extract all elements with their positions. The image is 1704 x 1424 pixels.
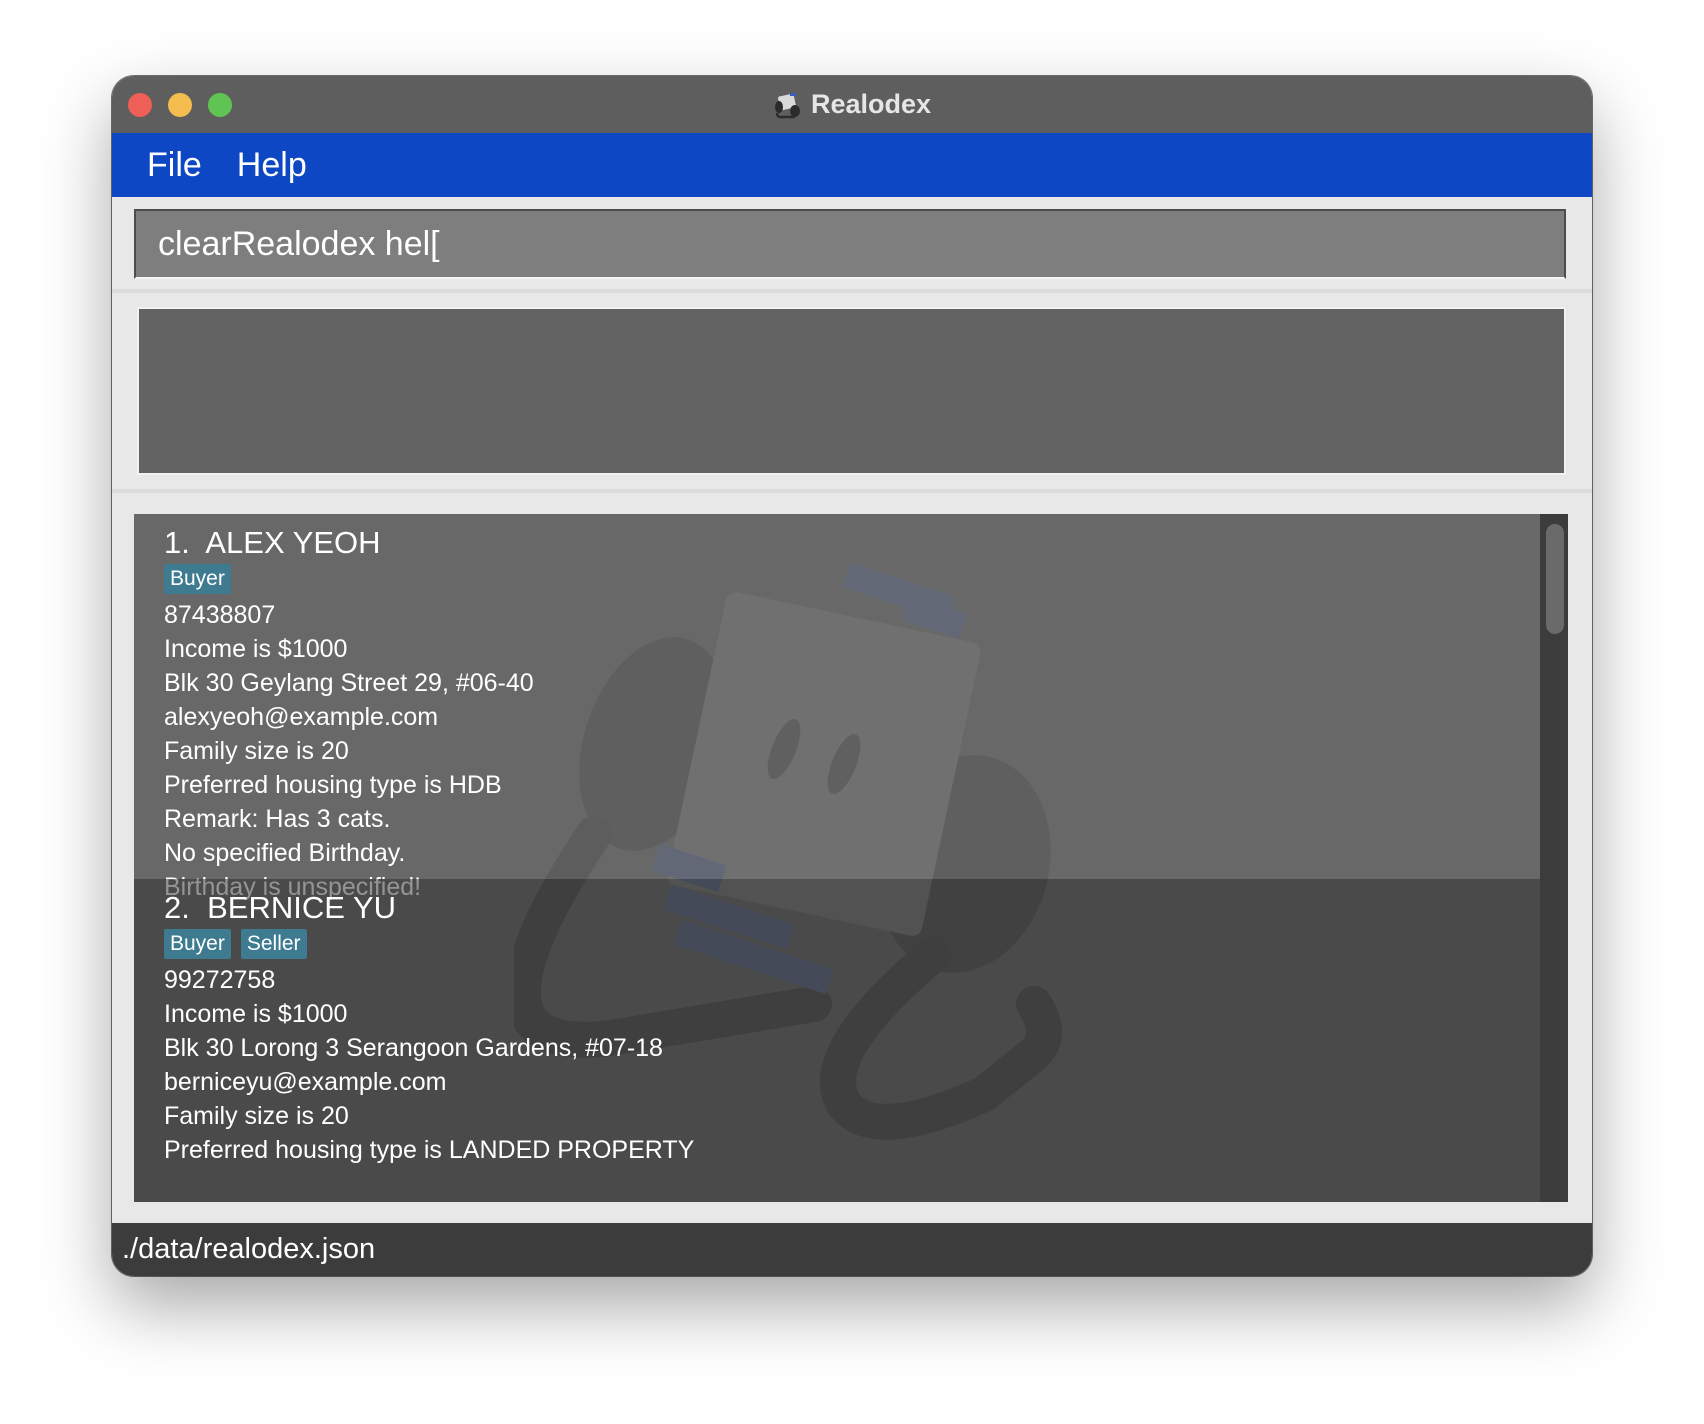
family-size-field: Family size is 20 [164,737,349,765]
data-file-path: ./data/realodex.json [122,1233,376,1265]
scrollbar-thumb[interactable] [1546,524,1564,634]
divider [112,489,1592,493]
tag-seller: Seller [240,929,307,959]
tag-list: Buyer [164,564,1540,596]
email-field: berniceyu@example.com [164,1068,447,1096]
result-display[interactable] [137,307,1566,475]
app-window: Realodex File Help 1. [112,76,1592,1276]
tag-buyer: Buyer [164,564,231,594]
person-name-row: 1. ALEX YEOH [164,524,1540,562]
phone-field: 87438807 [164,601,276,629]
title-group: Realodex [112,76,1592,133]
birthday-field: No specified Birthday. [164,839,406,867]
person-index: 2. [164,890,190,925]
menu-bar: File Help [112,133,1592,197]
tag-buyer: Buyer [164,929,231,959]
person-card[interactable]: 2. BERNICE YU Buyer Seller 99272758 Inco… [134,879,1540,1202]
income-field: Income is $1000 [164,1000,348,1028]
window-title: Realodex [810,89,932,119]
list-scrollbar[interactable] [1540,514,1568,1202]
command-input[interactable] [158,224,1564,264]
person-index: 1. [164,525,190,560]
person-name: BERNICE YU [207,890,397,925]
address-field: Blk 30 Lorong 3 Serangoon Gardens, #07-1… [164,1034,663,1062]
command-box[interactable] [134,209,1566,279]
income-field: Income is $1000 [164,635,348,663]
person-card[interactable]: 1. ALEX YEOH Buyer 87438807 Income is $1… [134,514,1540,901]
divider [112,289,1592,293]
person-name: ALEX YEOH [205,525,381,560]
menu-help[interactable]: Help [237,142,307,189]
tag-list: Buyer Seller [164,929,1540,961]
menu-file[interactable]: File [147,142,202,189]
address-field: Blk 30 Geylang Street 29, #06-40 [164,669,534,697]
person-name-row: 2. BERNICE YU [164,889,1540,927]
family-size-field: Family size is 20 [164,1102,349,1130]
email-field: alexyeoh@example.com [164,703,439,731]
housing-type-field: Preferred housing type is LANDED PROPERT… [164,1136,695,1164]
title-bar: Realodex [112,76,1592,134]
housing-type-field: Preferred housing type is HDB [164,771,502,799]
remark-field: Remark: Has 3 cats. [164,805,391,833]
phone-field: 99272758 [164,966,276,994]
person-list[interactable]: 1. ALEX YEOH Buyer 87438807 Income is $1… [134,514,1568,1202]
rolodex-app-icon [774,92,800,118]
status-bar: ./data/realodex.json [112,1223,1592,1276]
